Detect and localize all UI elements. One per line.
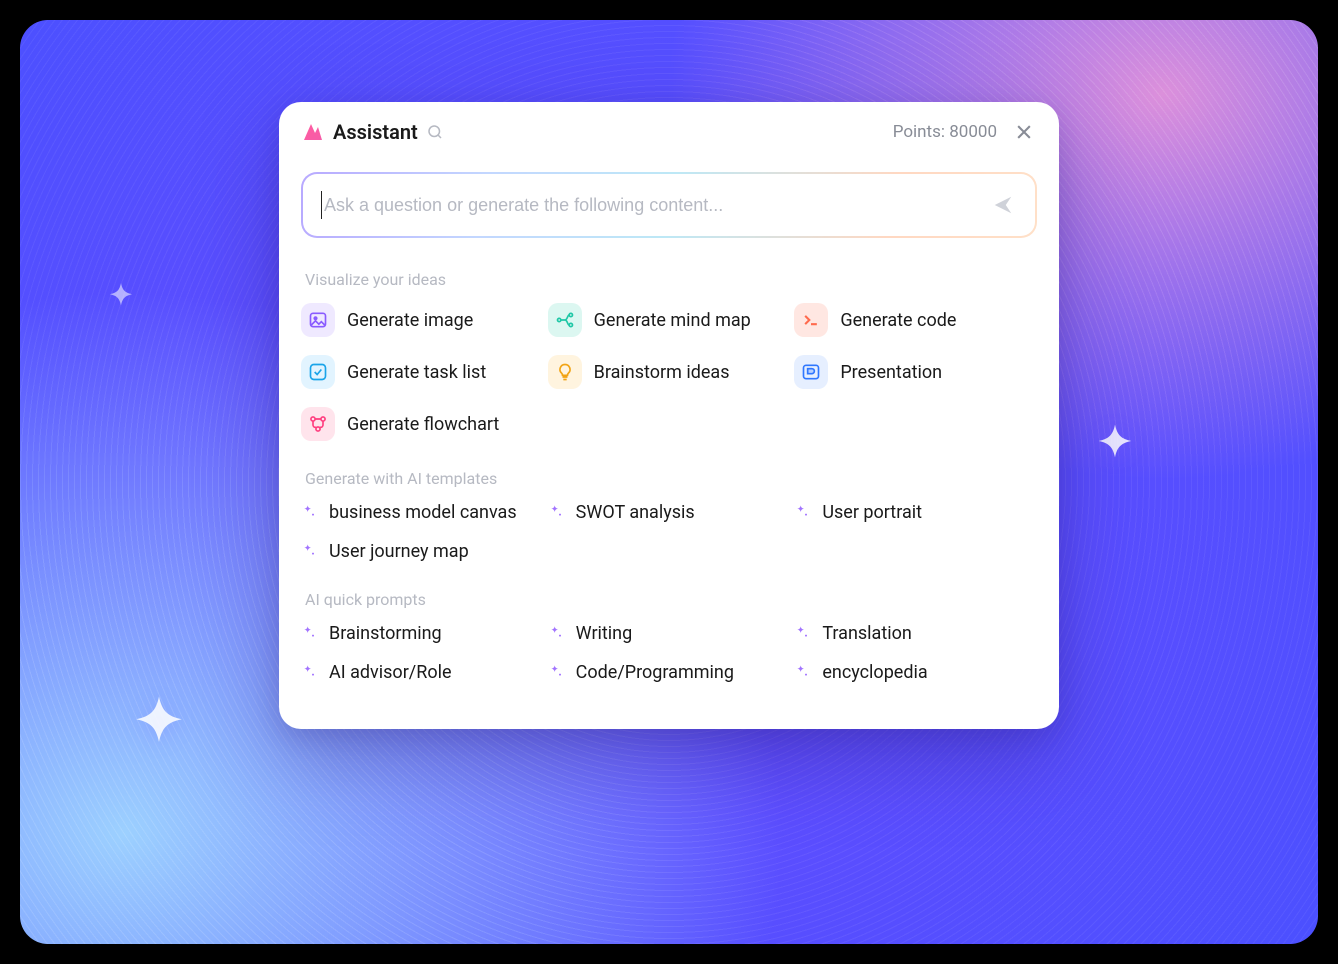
template-swot-analysis[interactable]: SWOT analysis [548,502,791,523]
sparkle-icon [794,504,812,522]
section-title-templates: Generate with AI templates [279,459,1059,502]
points-label: Points: 80000 [893,122,997,142]
templates-grid: business model canvas SWOT analysis User p… [279,502,1059,580]
prompt-code-programming[interactable]: Code/Programming [548,662,791,683]
bulb-icon [548,355,582,389]
action-generate-flowchart[interactable]: Generate flowchart [301,407,544,441]
prompt-brainstorming[interactable]: Brainstorming [301,623,544,644]
template-label: SWOT analysis [576,502,695,523]
action-generate-task-list[interactable]: Generate task list [301,355,544,389]
modal-header: Assistant Points: 80000 [279,102,1059,162]
sparkle-icon [1087,420,1143,476]
template-label: User journey map [329,541,469,562]
mindmap-icon [548,303,582,337]
prompt-label: encyclopedia [822,662,927,683]
prompt-input-container [301,172,1037,238]
action-label: Generate code [840,310,956,331]
sparkle-icon [301,543,319,561]
action-presentation[interactable]: Presentation [794,355,1037,389]
action-brainstorm-ideas[interactable]: Brainstorm ideas [548,355,791,389]
sparkle-icon [548,625,566,643]
sparkle-icon [301,625,319,643]
action-label: Generate image [347,310,473,331]
action-generate-mind-map[interactable]: Generate mind map [548,303,791,337]
sparkle-icon [794,664,812,682]
section-title-visualize: Visualize your ideas [279,260,1059,303]
visualize-grid: Generate image Generate mind map Generate … [279,303,1059,459]
help-icon[interactable] [426,123,444,141]
prompt-label: AI advisor/Role [329,662,452,683]
template-label: User portrait [822,502,922,523]
action-generate-image[interactable]: Generate image [301,303,544,337]
action-generate-code[interactable]: Generate code [794,303,1037,337]
app-logo-icon [301,120,325,144]
template-user-portrait[interactable]: User portrait [794,502,1037,523]
prompts-grid: Brainstorming Writing Translation AI adviso… [279,623,1059,701]
action-label: Generate flowchart [347,414,499,435]
prompt-input[interactable] [324,195,989,216]
sparkle-icon [120,690,198,768]
prompt-label: Code/Programming [576,662,734,683]
backdrop: Assistant Points: 80000 Visualize your i… [20,20,1318,944]
prompt-label: Brainstorming [329,623,442,644]
checkbox-icon [301,355,335,389]
sparkle-icon [301,664,319,682]
prompt-label: Translation [822,623,912,644]
send-button[interactable] [989,191,1017,219]
prompt-label: Writing [576,623,633,644]
action-label: Presentation [840,362,942,383]
assistant-modal: Assistant Points: 80000 Visualize your i… [279,102,1059,729]
action-label: Brainstorm ideas [594,362,730,383]
prompt-writing[interactable]: Writing [548,623,791,644]
template-business-model-canvas[interactable]: business model canvas [301,502,544,523]
prompt-translation[interactable]: Translation [794,623,1037,644]
app-title: Assistant [333,120,418,144]
sparkle-icon [548,664,566,682]
section-title-prompts: AI quick prompts [279,580,1059,623]
sparkle-icon [794,625,812,643]
sparkle-icon [102,280,140,318]
terminal-icon [794,303,828,337]
flowchart-icon [301,407,335,441]
action-label: Generate task list [347,362,486,383]
sparkle-icon [548,504,566,522]
action-label: Generate mind map [594,310,751,331]
template-user-journey-map[interactable]: User journey map [301,541,544,562]
template-label: business model canvas [329,502,517,523]
close-button[interactable] [1011,119,1037,145]
prompt-encyclopedia[interactable]: encyclopedia [794,662,1037,683]
image-icon [301,303,335,337]
presentation-icon [794,355,828,389]
sparkle-icon [301,504,319,522]
prompt-ai-advisor-role[interactable]: AI advisor/Role [301,662,544,683]
text-cursor [321,191,322,219]
